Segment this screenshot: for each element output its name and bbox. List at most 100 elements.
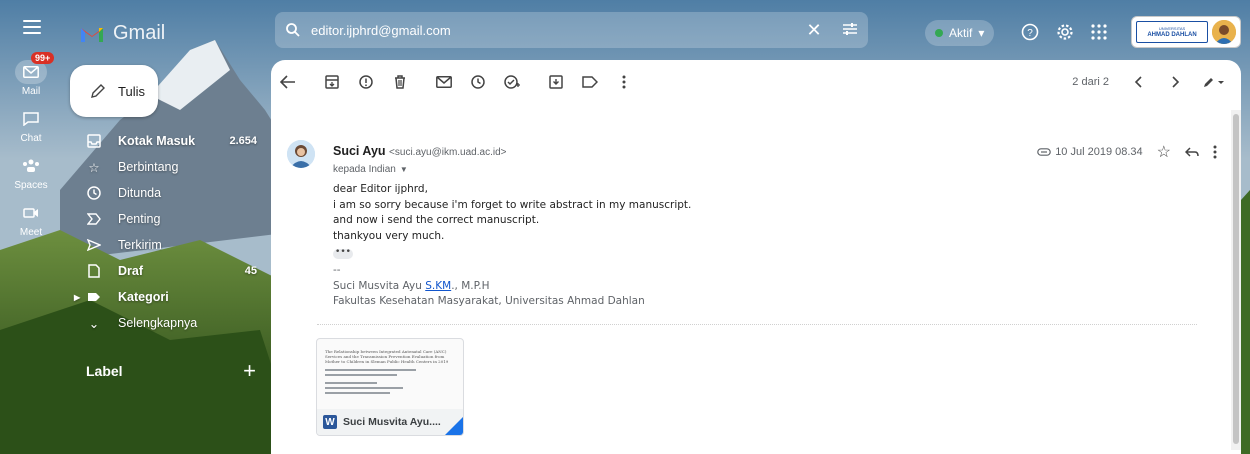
body-line: i am so sorry because i'm forget to writ… xyxy=(333,198,692,211)
message-toolbar: 2 dari 2 xyxy=(271,60,1241,104)
newer-chevron-left-icon[interactable] xyxy=(1121,65,1155,99)
inbox-icon xyxy=(86,133,102,149)
body-line: thankyou very much. xyxy=(333,229,445,242)
university-logo: UNIVERSITAS AHMAD DAHLAN xyxy=(1136,21,1208,43)
clear-search-icon[interactable]: ✕ xyxy=(796,20,832,41)
star-icon[interactable]: ☆ xyxy=(1157,142,1171,162)
message-date: 10 Jul 2019 08.34 xyxy=(1055,146,1143,158)
rail-item-chat[interactable]: Chat xyxy=(0,107,62,144)
app-name: Gmail xyxy=(113,22,166,44)
search-bar[interactable]: ✕ xyxy=(275,12,868,48)
caret-down-icon: ▼ xyxy=(399,165,408,174)
message-panel: 2 dari 2 Suci Ayu <suci.ayu@ikm.uad.ac.i… xyxy=(271,60,1241,454)
nav-item-sent[interactable]: Terkirim xyxy=(62,232,267,258)
nav-label: Kategori xyxy=(118,290,169,304)
rail-item-meet[interactable]: Meet xyxy=(0,201,62,238)
chevron-down-icon: ▾ xyxy=(978,26,985,40)
input-tools-pen-icon[interactable] xyxy=(1197,65,1231,99)
attachment-card[interactable]: The Relationship between Integrated Ante… xyxy=(316,338,464,436)
main-menu-button[interactable] xyxy=(23,20,41,34)
search-icon[interactable] xyxy=(275,22,311,38)
attachment-name: Suci Musvita Ayu.... xyxy=(343,416,441,428)
label-icon[interactable] xyxy=(573,65,607,99)
unread-badge: 99+ xyxy=(31,52,55,64)
nav-label: Penting xyxy=(118,212,161,226)
signature-link[interactable]: S.KM xyxy=(425,280,451,292)
label-tag-icon xyxy=(86,289,102,305)
scrollbar[interactable] xyxy=(1231,110,1241,450)
message-meta: 10 Jul 2019 08.34 ☆ xyxy=(1037,142,1217,162)
delete-trash-icon[interactable] xyxy=(383,65,417,99)
recipient-label: kepada Indian xyxy=(333,164,396,175)
nav-item-more[interactable]: ⌄ Selengkapnya xyxy=(62,310,267,336)
message-body: dear Editor ijphrd, i am so sorry becaus… xyxy=(333,182,1213,310)
status-selector[interactable]: Aktif ▾ xyxy=(925,20,995,46)
scrollbar-thumb[interactable] xyxy=(1233,114,1239,444)
nav-item-starred[interactable]: ☆ Berbintang xyxy=(62,154,267,180)
sender-email: <suci.ayu@ikm.uad.ac.id> xyxy=(389,147,507,158)
more-vert-icon[interactable] xyxy=(607,65,641,99)
nav-item-snoozed[interactable]: Ditunda xyxy=(62,180,267,206)
important-marker-icon xyxy=(86,211,102,227)
attachments-divider xyxy=(317,324,1197,325)
navigation-sidebar: Tulis Kotak Masuk 2.654 ☆ Berbintang Dit… xyxy=(62,60,267,454)
older-chevron-right-icon[interactable] xyxy=(1159,65,1193,99)
account-avatar[interactable] xyxy=(1212,20,1236,44)
sender: Suci Ayu <suci.ayu@ikm.uad.ac.id> xyxy=(333,144,506,158)
search-options-icon[interactable] xyxy=(832,20,868,41)
nav-item-categories[interactable]: ▶ Kategori xyxy=(62,284,267,310)
compose-button[interactable]: Tulis xyxy=(70,65,158,117)
chat-icon xyxy=(15,107,47,131)
settings-gear-icon[interactable] xyxy=(1055,22,1075,42)
rail-item-spaces[interactable]: Spaces xyxy=(0,154,62,191)
signature-org: Fakultas Kesehatan Masyarakat, Universit… xyxy=(333,295,645,307)
help-icon[interactable]: ? xyxy=(1020,22,1040,42)
snooze-clock-icon[interactable] xyxy=(461,65,495,99)
app-rail: 99+ Mail Chat Spaces Meet xyxy=(0,52,62,454)
word-doc-icon: W xyxy=(323,415,337,429)
search-input[interactable] xyxy=(311,22,796,38)
nav-label: Berbintang xyxy=(118,160,179,174)
gmail-m-icon xyxy=(81,27,103,42)
nav-label: Terkirim xyxy=(118,238,162,252)
sender-avatar[interactable] xyxy=(287,140,315,168)
online-dot-icon xyxy=(935,29,943,37)
nav-item-drafts[interactable]: Draf 45 xyxy=(62,258,267,284)
status-label: Aktif xyxy=(949,26,973,40)
archive-icon[interactable] xyxy=(315,65,349,99)
more-vert-icon[interactable] xyxy=(1213,145,1217,159)
sender-name[interactable]: Suci Ayu xyxy=(333,144,386,158)
back-arrow-icon[interactable] xyxy=(271,65,305,99)
mark-unread-icon[interactable] xyxy=(427,65,461,99)
mail-icon: 99+ xyxy=(15,52,55,84)
nav-label: Selengkapnya xyxy=(118,316,198,330)
nav-item-inbox[interactable]: Kotak Masuk 2.654 xyxy=(62,128,267,154)
nav-count: 45 xyxy=(244,265,257,277)
nav-item-important[interactable]: Penting xyxy=(62,206,267,232)
report-spam-icon[interactable] xyxy=(349,65,383,99)
video-camera-icon xyxy=(15,201,47,225)
spaces-icon xyxy=(15,154,47,178)
apps-grid-icon[interactable] xyxy=(1089,22,1109,42)
pencil-icon xyxy=(91,84,105,98)
account-switcher[interactable]: UNIVERSITAS AHMAD DAHLAN xyxy=(1131,16,1241,48)
signature-name: Suci Musvita Ayu S.KM., M.P.H xyxy=(333,279,1213,295)
send-icon xyxy=(86,237,102,253)
add-to-tasks-icon[interactable] xyxy=(495,65,529,99)
nav-count: 2.654 xyxy=(229,135,257,147)
add-label-button[interactable]: + xyxy=(243,358,256,384)
pager-count: 2 dari 2 xyxy=(1072,76,1109,88)
recipient-details[interactable]: kepada Indian ▼ xyxy=(333,164,408,175)
top-bar: Gmail ✕ Aktif ▾ ? UNIVERSITAS AHMAD DAHL… xyxy=(0,0,1250,60)
reply-arrow-icon[interactable] xyxy=(1185,147,1199,157)
labels-section-header: Label + xyxy=(86,358,256,384)
show-trimmed-content-button[interactable]: ••• xyxy=(333,248,353,259)
body-line: and now i send the correct manuscript. xyxy=(333,214,540,226)
rail-item-mail[interactable]: 99+ Mail xyxy=(0,52,62,97)
gmail-logo[interactable]: Gmail xyxy=(79,22,165,45)
move-to-icon[interactable] xyxy=(539,65,573,99)
attachment-clip-icon xyxy=(1037,148,1051,156)
labels-heading: Label xyxy=(86,363,123,379)
star-icon: ☆ xyxy=(88,160,100,175)
caret-right-icon[interactable]: ▶ xyxy=(74,293,86,302)
